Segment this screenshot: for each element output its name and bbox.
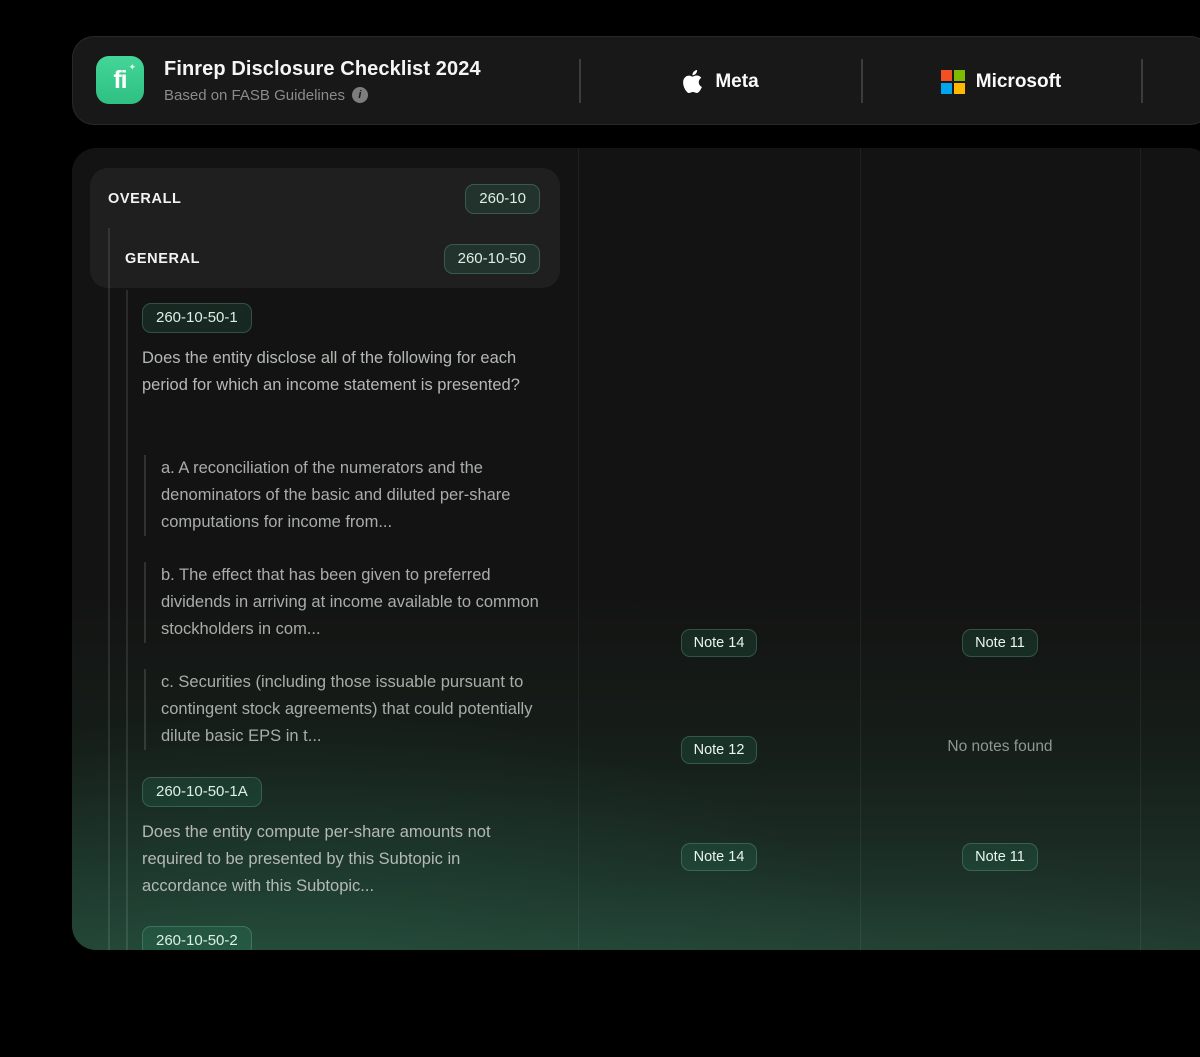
item-code-badge[interactable]: 260-10-50-1A: [142, 777, 262, 807]
column-divider: [1140, 148, 1141, 950]
apple-logo-icon: [681, 70, 704, 93]
page-subtitle: Based on FASB Guidelines i: [164, 87, 481, 104]
meta-note-cell: Note 12: [578, 736, 860, 764]
subitem-c: c. Securities (including those issuable …: [144, 669, 540, 750]
column-header-microsoft: Microsoft: [861, 37, 1141, 126]
subitem-b: b. The effect that has been given to pre…: [144, 562, 540, 643]
header-bar: fi ✦ Finrep Disclosure Checklist 2024 Ba…: [72, 36, 1200, 125]
company-name-microsoft: Microsoft: [976, 71, 1062, 93]
page-title: Finrep Disclosure Checklist 2024: [164, 57, 481, 81]
microsoft-note-cell: Note 11: [860, 629, 1140, 657]
note-badge[interactable]: Note 14: [681, 843, 758, 871]
note-badge[interactable]: Note 12: [681, 736, 758, 764]
item-code-badge[interactable]: 260-10-50-1: [142, 303, 252, 333]
subsection-label: GENERAL: [125, 251, 200, 267]
checklist-panel: OVERALL 260-10 GENERAL 260-10-50 260-10-…: [72, 148, 1200, 950]
meta-note-cell: Note 14: [578, 843, 860, 871]
sparkle-icon: ✦: [128, 62, 136, 73]
app-identity: fi ✦ Finrep Disclosure Checklist 2024 Ba…: [96, 56, 481, 104]
app-logo-text: fi: [113, 66, 126, 95]
microsoft-logo-icon: [941, 70, 965, 94]
column-divider: [578, 148, 579, 950]
header-divider: [1141, 59, 1143, 103]
subtitle-text: Based on FASB Guidelines: [164, 87, 345, 104]
page-background: fi ✦ Finrep Disclosure Checklist 2024 Ba…: [0, 0, 1200, 1057]
microsoft-note-cell: No notes found: [860, 738, 1140, 756]
note-badge[interactable]: Note 14: [681, 629, 758, 657]
microsoft-note-cell: Note 11: [860, 843, 1140, 871]
section-code-badge[interactable]: 260-10: [465, 184, 540, 214]
section-row-general: GENERAL 260-10-50: [125, 242, 540, 276]
indent-guide-overall: [108, 228, 110, 950]
column-header-meta: Meta: [579, 37, 861, 126]
section-row-overall: OVERALL 260-10: [108, 182, 540, 216]
indent-guide-general: [126, 290, 128, 950]
note-badge[interactable]: Note 11: [962, 629, 1038, 657]
item-question: Does the entity disclose all of the foll…: [142, 345, 534, 399]
section-header-card: OVERALL 260-10 GENERAL 260-10-50: [90, 168, 560, 288]
column-divider: [860, 148, 861, 950]
note-badge[interactable]: Note 11: [962, 843, 1038, 871]
meta-note-cell: Note 14: [578, 629, 860, 657]
subitem-a: a. A reconciliation of the numerators an…: [144, 455, 540, 536]
app-logo-icon: fi ✦: [96, 56, 144, 104]
item-question: Does the entity compute per-share amount…: [142, 819, 544, 900]
subsection-code-badge[interactable]: 260-10-50: [444, 244, 540, 274]
section-label: OVERALL: [108, 191, 181, 207]
company-name-meta: Meta: [715, 71, 758, 93]
info-icon[interactable]: i: [352, 87, 368, 103]
no-notes-text: No notes found: [947, 738, 1052, 756]
item-code-badge[interactable]: 260-10-50-2: [142, 926, 252, 950]
